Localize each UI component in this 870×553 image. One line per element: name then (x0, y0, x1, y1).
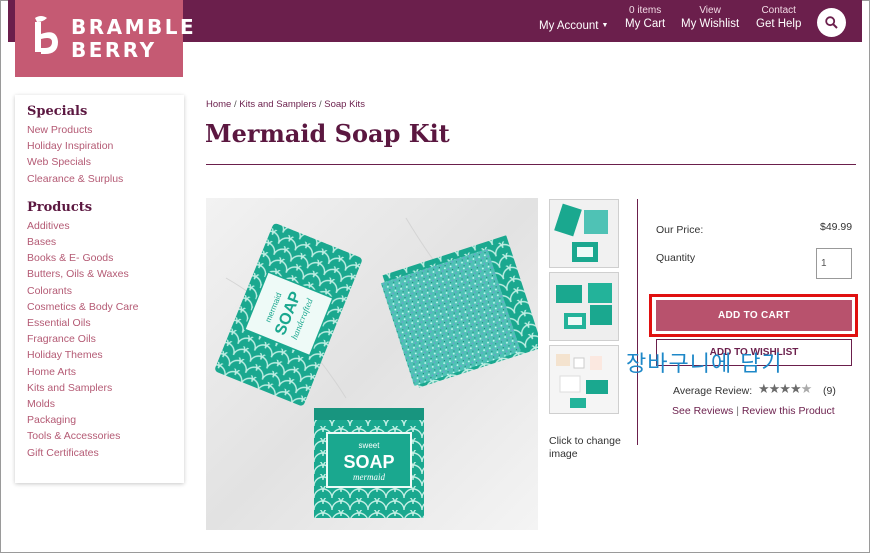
sidebar-item-packaging[interactable]: Packaging (27, 412, 184, 428)
sidebar-item-books[interactable]: Books & E- Goods (27, 250, 184, 266)
sidebar-item-web-specials[interactable]: Web Specials (27, 154, 184, 170)
sidebar-item-kits-samplers[interactable]: Kits and Samplers (27, 380, 184, 396)
sidebar-item-fragrance-oils[interactable]: Fragrance Oils (27, 331, 184, 347)
category-sidebar: Specials New Products Holiday Inspiratio… (15, 95, 184, 483)
brand-line-2: BERRY (71, 38, 157, 62)
specials-heading: Specials (27, 104, 88, 119)
cart-count: 0 items (629, 5, 662, 16)
get-help-link[interactable]: Contact Get Help (756, 4, 801, 31)
my-account-menu[interactable]: My Account ▼ (539, 18, 608, 33)
chevron-down-icon: ▼ (601, 22, 609, 29)
svg-text:sweet: sweet (359, 441, 381, 450)
price-value: $49.99 (820, 221, 853, 233)
sidebar-item-butters-oils[interactable]: Butters, Oils & Waxes (27, 266, 184, 282)
search-icon (825, 16, 838, 29)
title-divider (206, 164, 856, 165)
svg-text:mermaid: mermaid (353, 472, 385, 482)
rating-stars: ★★★★★ (758, 381, 813, 397)
review-this-product-link[interactable]: Review this Product (742, 405, 835, 417)
annotation-label: 장바구니에 담기 (626, 352, 783, 377)
sidebar-item-holiday-themes[interactable]: Holiday Themes (27, 347, 184, 363)
sidebar-item-cosmetics[interactable]: Cosmetics & Body Care (27, 299, 184, 315)
sidebar-item-additives[interactable]: Additives (27, 218, 184, 234)
thumbnail-hint: Click to change image (549, 435, 621, 460)
my-wishlist-link[interactable]: View My Wishlist (681, 4, 739, 31)
bramble-berry-logo[interactable]: BRAMBLE BERRY (15, 0, 194, 77)
breadcrumb-category[interactable]: Kits and Samplers (239, 99, 316, 110)
breadcrumb: Home / Kits and Samplers / Soap Kits (206, 99, 365, 110)
review-count: (9) (823, 385, 836, 397)
sidebar-item-molds[interactable]: Molds (27, 396, 184, 412)
brand-line-1: BRAMBLE (71, 15, 197, 39)
quantity-label: Quantity (656, 252, 696, 264)
average-review-label: Average Review: (673, 385, 753, 397)
product-thumbnail-3[interactable] (549, 345, 619, 414)
products-heading: Products (27, 199, 93, 215)
search-button[interactable] (817, 8, 846, 37)
breadcrumb-home[interactable]: Home (206, 99, 231, 110)
star-icon: ★★★★ (758, 381, 802, 396)
sidebar-item-new-products[interactable]: New Products (27, 122, 184, 138)
sidebar-item-tools[interactable]: Tools & Accessories (27, 428, 184, 444)
sidebar-item-home-arts[interactable]: Home Arts (27, 364, 184, 380)
page-title: Mermaid Soap Kit (205, 119, 450, 148)
my-cart-link[interactable]: 0 items My Cart (625, 4, 665, 31)
quantity-input[interactable]: 1 (816, 248, 852, 279)
sidebar-item-gift-certificates[interactable]: Gift Certificates (27, 445, 184, 461)
price-label: Our Price: (656, 224, 704, 236)
review-links: See Reviews | Review this Product (672, 405, 835, 417)
sidebar-item-clearance[interactable]: Clearance & Surplus (27, 171, 184, 187)
product-thumbnail-1[interactable] (549, 199, 619, 268)
see-reviews-link[interactable]: See Reviews (672, 405, 733, 417)
cart-button-highlight (649, 294, 858, 337)
half-star-icon: ★ (800, 381, 813, 396)
sidebar-item-holiday-inspiration[interactable]: Holiday Inspiration (27, 138, 184, 154)
product-main-image: mermaid SOAP handcrafted sweet SOAP merm… (206, 198, 538, 530)
product-thumbnail-2[interactable] (549, 272, 619, 341)
svg-text:SOAP: SOAP (343, 452, 394, 472)
sidebar-item-bases[interactable]: Bases (27, 234, 184, 250)
leaf-b-icon (35, 16, 58, 54)
sidebar-item-essential-oils[interactable]: Essential Oils (27, 315, 184, 331)
breadcrumb-current[interactable]: Soap Kits (324, 99, 365, 110)
details-divider (637, 199, 638, 445)
sidebar-item-colorants[interactable]: Colorants (27, 283, 184, 299)
